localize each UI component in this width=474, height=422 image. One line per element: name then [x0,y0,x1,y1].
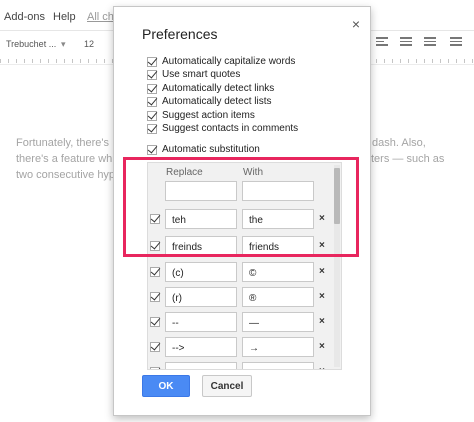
option-label: Automatic substitution [162,144,260,155]
font-size-select[interactable]: 12 [84,39,94,49]
doc-line: dash. Also, [372,137,426,149]
checkbox[interactable] [147,56,157,67]
option-label: Automatically detect links [162,83,275,94]
delete-icon[interactable]: × [319,316,325,327]
substitution-row-new [148,181,341,203]
replace-input[interactable]: (c) [165,262,237,282]
replace-input[interactable]: (r) [165,287,237,307]
with-input[interactable]: friends [242,236,314,256]
checkbox[interactable] [147,83,157,94]
checkbox[interactable] [147,96,157,107]
doc-line: two consecutive hyp [16,169,116,181]
with-input[interactable]: © [242,262,314,282]
checkbox[interactable] [147,144,157,155]
with-input[interactable] [242,362,314,369]
checkbox[interactable] [150,342,160,352]
replace-input[interactable]: --> [165,337,237,357]
delete-icon[interactable]: × [319,341,325,352]
delete-icon[interactable]: × [319,213,325,224]
checkbox[interactable] [147,110,157,121]
option-label: Automatically detect lists [162,96,272,107]
substitution-row: (c) © × [148,262,341,284]
checkbox[interactable] [150,317,160,327]
substitution-row: -- — × [148,312,341,334]
with-input[interactable]: → [242,337,314,357]
checkbox[interactable] [150,241,160,251]
replace-input[interactable]: -- [165,312,237,332]
delete-icon[interactable]: × [319,240,325,251]
checkbox[interactable] [150,214,160,224]
font-family-select[interactable]: Trebuchet ... [6,39,56,49]
option-detect-links[interactable]: Automatically detect links [147,82,274,95]
cancel-button[interactable]: Cancel [202,375,252,397]
doc-line: there's a feature wh [16,153,113,165]
option-label: Suggest contacts in comments [162,123,299,134]
with-input[interactable]: — [242,312,314,332]
with-input[interactable]: the [242,209,314,229]
replace-input[interactable] [165,181,237,201]
doc-line: ters — such as [371,153,445,165]
option-detect-lists[interactable]: Automatically detect lists [147,95,272,108]
menu-help[interactable]: Help [53,11,76,23]
delete-icon[interactable]: × [319,291,325,302]
option-smart-quotes[interactable]: Use smart quotes [147,68,240,81]
substitution-row: × [148,362,341,369]
ok-button[interactable]: OK [142,375,190,397]
option-automatic-substitution[interactable]: Automatic substitution [147,143,260,156]
preferences-dialog: Preferences × Automatically capitalize w… [113,6,371,416]
bulleted-list-icon[interactable] [450,37,462,47]
align-left-icon[interactable] [376,37,388,47]
menu-addons[interactable]: Add-ons [4,11,45,23]
column-header-replace: Replace [166,167,203,178]
option-label: Automatically capitalize words [162,56,296,67]
checkbox[interactable] [150,367,160,369]
column-header-with: With [243,167,263,178]
replace-input[interactable]: freinds [165,236,237,256]
substitution-row: teh the × [148,209,341,231]
checkbox[interactable] [147,123,157,134]
option-label: Use smart quotes [162,69,241,80]
substitution-row: (r) ® × [148,287,341,309]
option-suggest-contacts[interactable]: Suggest contacts in comments [147,122,298,135]
checkbox[interactable] [147,69,157,80]
substitution-table: Replace With teh the × freinds friends ×… [147,162,342,370]
delete-icon[interactable]: × [319,266,325,277]
replace-input[interactable]: teh [165,209,237,229]
delete-icon[interactable]: × [319,366,325,369]
font-family-chevron-icon: ▾ [61,39,66,49]
checkbox[interactable] [150,292,160,302]
substitution-row: --> → × [148,337,341,359]
with-input[interactable]: ® [242,287,314,307]
with-input[interactable] [242,181,314,201]
doc-line: Fortunately, there's [16,137,109,149]
substitution-row: freinds friends × [148,236,341,258]
numbered-list-icon[interactable] [424,37,436,47]
line-spacing-icon[interactable] [400,37,412,47]
checkbox[interactable] [150,267,160,277]
replace-input[interactable] [165,362,237,369]
option-suggest-action-items[interactable]: Suggest action items [147,109,255,122]
option-label: Suggest action items [162,110,255,121]
option-capitalize-words[interactable]: Automatically capitalize words [147,55,295,68]
close-icon[interactable]: × [352,16,360,32]
scrollbar-thumb[interactable] [334,168,340,224]
dialog-title: Preferences [142,26,218,42]
